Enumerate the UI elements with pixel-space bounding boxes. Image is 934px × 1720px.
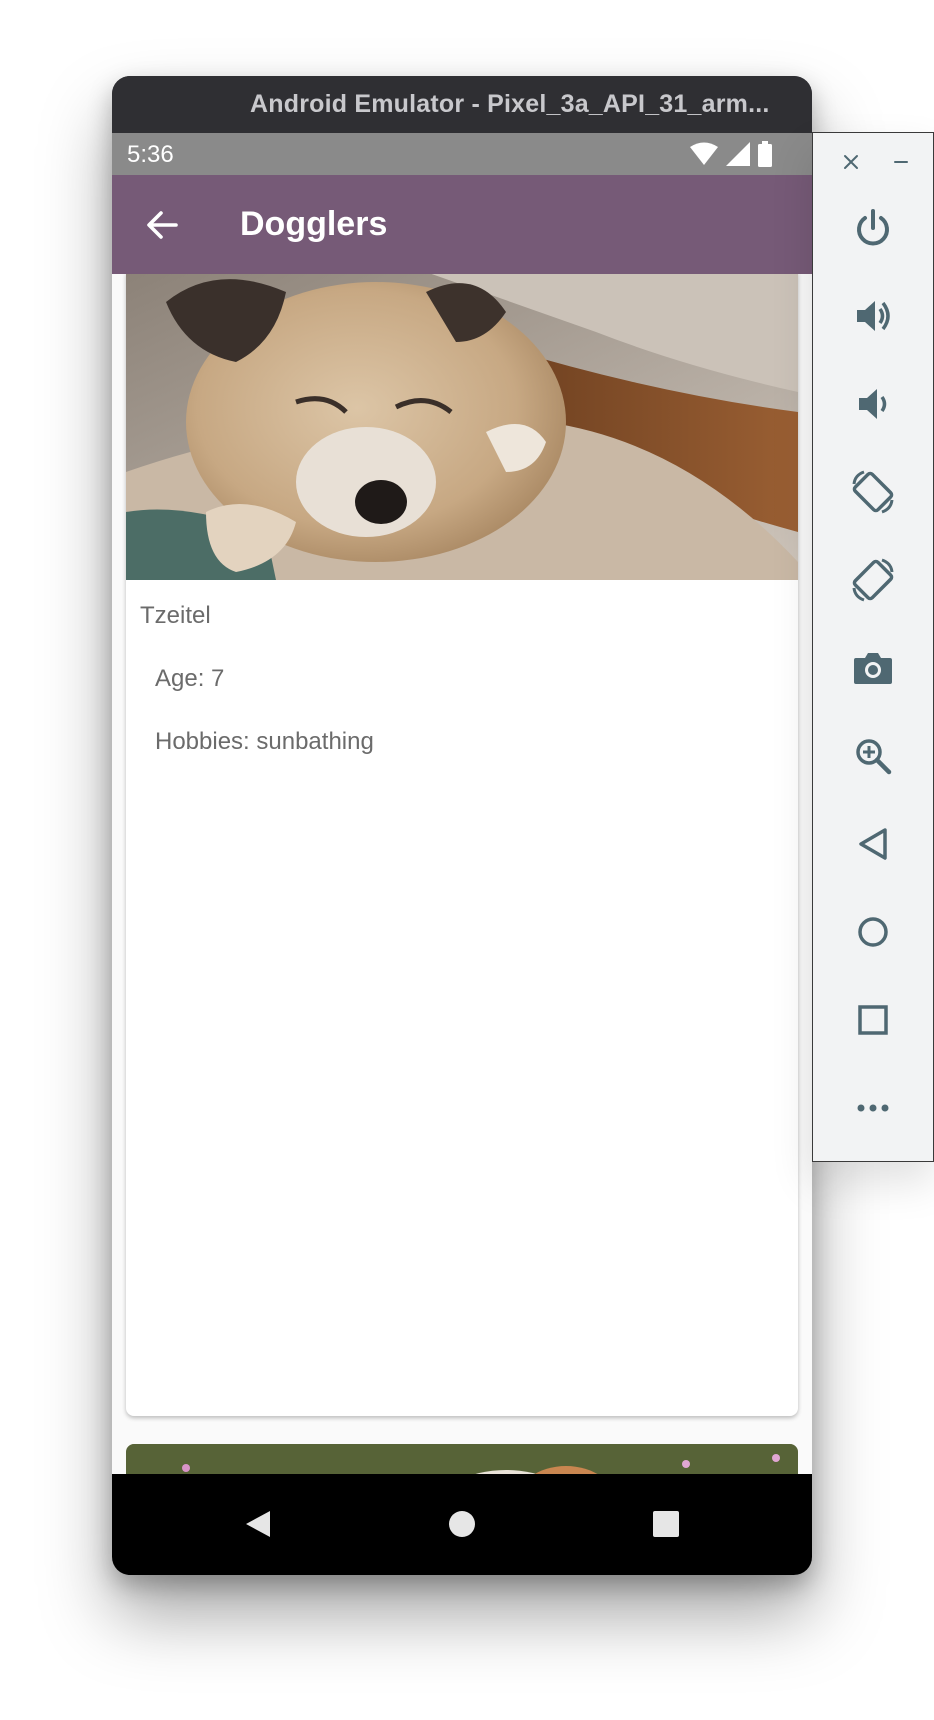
status-icons — [690, 141, 772, 167]
home-circle-icon — [449, 1511, 475, 1537]
window-title-bar[interactable]: Android Emulator - Pixel_3a_API_31_arm..… — [112, 76, 812, 133]
minimize-button[interactable] — [886, 147, 916, 177]
app-bar: Dogglers — [112, 175, 812, 274]
dog-list[interactable]: Tzeitel Age: 7 Hobbies: sunbathing — [112, 274, 812, 1474]
more-button[interactable] — [843, 1078, 903, 1138]
app-title: Dogglers — [240, 205, 388, 243]
back-triangle-icon — [246, 1511, 270, 1537]
status-time: 5:36 — [127, 141, 174, 168]
status-bar: 5:36 — [112, 133, 812, 175]
nav-home-button[interactable] — [434, 1496, 490, 1552]
overview-icon — [858, 1005, 888, 1035]
camera-icon — [854, 653, 892, 684]
more-icon — [857, 1104, 889, 1112]
nav-back-button[interactable] — [230, 1496, 286, 1552]
next-dog-card[interactable] — [126, 1444, 798, 1474]
close-icon — [844, 155, 858, 169]
rotate-right-icon — [852, 558, 894, 602]
dog-name: Tzeitel — [140, 602, 211, 629]
volume-up-button[interactable] — [843, 286, 903, 346]
minimize-icon — [894, 161, 908, 163]
home-icon — [858, 917, 888, 947]
back-button[interactable] — [132, 195, 192, 255]
signal-icon — [726, 142, 750, 166]
zoom-button[interactable] — [843, 726, 903, 786]
dog-photo — [126, 274, 798, 580]
stage: Android Emulator - Pixel_3a_API_31_arm..… — [0, 0, 934, 1720]
dog-age: Age: 7 — [155, 665, 225, 692]
wifi-icon — [690, 142, 718, 165]
rotate-right-button[interactable] — [843, 550, 903, 610]
arrow-back-icon — [147, 211, 178, 239]
screenshot-button[interactable] — [843, 638, 903, 698]
volume-up-icon — [857, 301, 890, 331]
battery-icon — [758, 141, 772, 167]
system-nav-bar — [112, 1474, 812, 1575]
rotate-left-icon — [852, 470, 894, 514]
zoom-icon — [856, 739, 892, 775]
emulator-home-button[interactable] — [843, 902, 903, 962]
next-dog-photo — [126, 1444, 798, 1474]
dog-card[interactable]: Tzeitel Age: 7 Hobbies: sunbathing — [126, 274, 798, 1416]
power-icon — [857, 209, 889, 246]
volume-down-icon — [859, 389, 887, 419]
close-button[interactable] — [836, 147, 866, 177]
emulator-back-button[interactable] — [843, 814, 903, 874]
back-icon — [859, 828, 887, 860]
device-screen[interactable]: 5:36 Dogglers Tzeitel Age: 7 Hobbies: su… — [112, 133, 812, 1575]
window-title: Android Emulator - Pixel_3a_API_31_arm..… — [250, 90, 770, 118]
emulator-side-toolbar — [812, 132, 934, 1162]
power-button[interactable] — [843, 198, 903, 258]
recents-square-icon — [653, 1511, 679, 1537]
rotate-left-button[interactable] — [843, 462, 903, 522]
nav-recents-button[interactable] — [638, 1496, 694, 1552]
volume-down-button[interactable] — [843, 374, 903, 434]
emulator-window: Android Emulator - Pixel_3a_API_31_arm..… — [112, 76, 812, 1575]
dog-hobbies: Hobbies: sunbathing — [155, 728, 374, 755]
emulator-overview-button[interactable] — [843, 990, 903, 1050]
